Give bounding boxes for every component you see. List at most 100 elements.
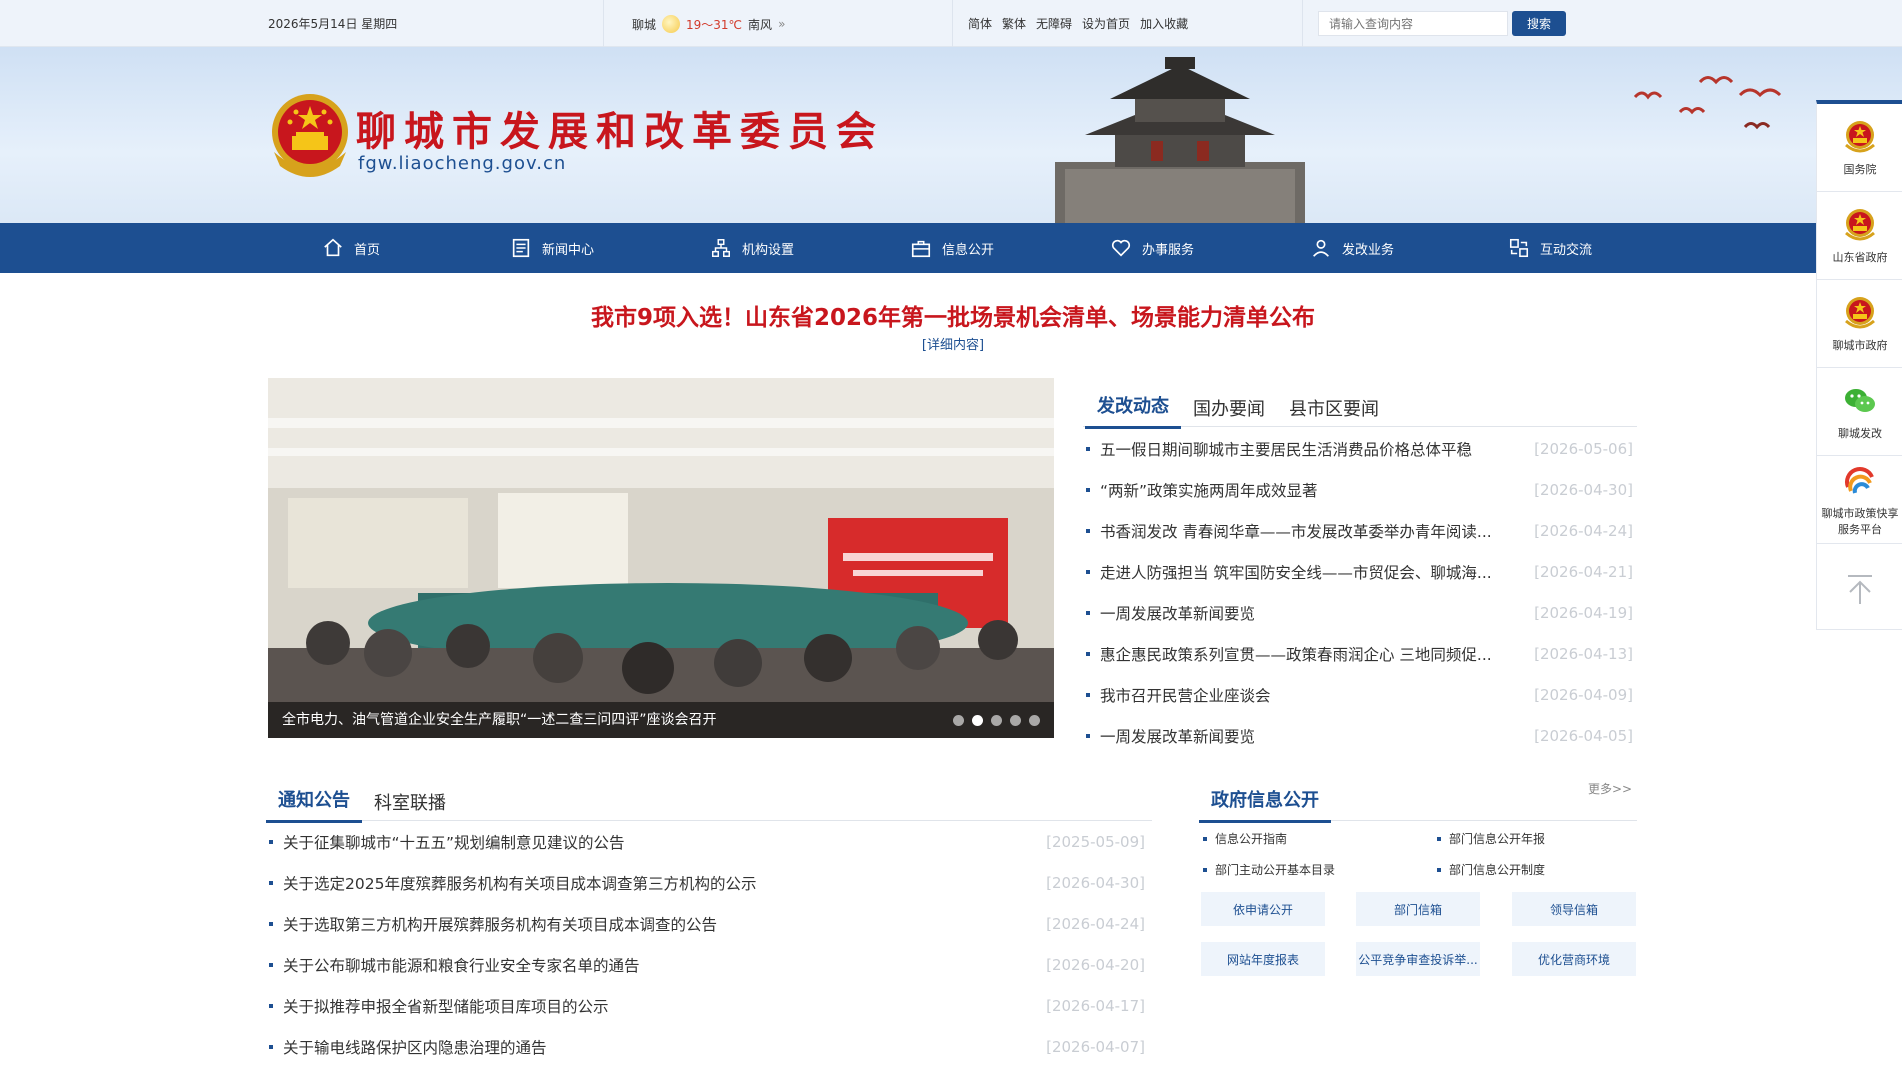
gov-link-label: 信息公开指南 bbox=[1215, 832, 1288, 846]
news-title[interactable]: 书香润发改 青春阅华章——市发展改革委举办青年阅读... bbox=[1100, 520, 1492, 542]
side-link-wechat[interactable]: 聊城发改 bbox=[1817, 368, 1902, 456]
list-item[interactable]: 走进人防强担当 筑牢国防安全线——市贸促会、聊城海... [2026-04-21] bbox=[1086, 551, 1633, 592]
tab-county-news[interactable]: 县市区要闻 bbox=[1277, 395, 1391, 429]
news-title[interactable]: 我市召开民营企业座谈会 bbox=[1100, 684, 1271, 706]
notice-date: [2026-04-24] bbox=[1046, 914, 1145, 933]
nav-item-info-disclosure[interactable]: 信息公开 bbox=[910, 223, 994, 273]
nav-item-services[interactable]: 办事服务 bbox=[1110, 223, 1194, 273]
tab-development-news[interactable]: 发改动态 bbox=[1085, 392, 1181, 429]
gov-info-more-link[interactable]: 更多>> bbox=[1588, 780, 1632, 797]
list-item[interactable]: 书香润发改 青春阅华章——市发展改革委举办青年阅读... [2026-04-24] bbox=[1086, 510, 1633, 551]
notice-title[interactable]: 关于选定2025年度殡葬服务机构有关项目成本调查第三方机构的公示 bbox=[283, 872, 756, 894]
bullet bbox=[1086, 487, 1090, 492]
nav-item-news[interactable]: 新闻中心 bbox=[510, 223, 594, 273]
bullet bbox=[1203, 836, 1207, 841]
notice-title[interactable]: 关于公布聊城市能源和粮食行业安全专家名单的通告 bbox=[283, 954, 640, 976]
news-title[interactable]: 五一假日期间聊城市主要居民生活消费品价格总体平稳 bbox=[1100, 438, 1472, 460]
gov-link-system[interactable]: 部门信息公开制度 bbox=[1437, 861, 1545, 878]
national-emblem-logo[interactable] bbox=[268, 92, 352, 180]
tab-department-news[interactable]: 科室联播 bbox=[362, 789, 458, 823]
list-item[interactable]: 五一假日期间聊城市主要居民生活消费品价格总体平稳 [2026-05-06] bbox=[1086, 428, 1633, 469]
side-link-liaocheng-gov[interactable]: 聊城市政府 bbox=[1817, 280, 1902, 368]
bullet bbox=[269, 880, 273, 885]
carousel-dot[interactable] bbox=[953, 715, 964, 726]
bullet bbox=[1086, 610, 1090, 615]
list-item[interactable]: 关于选定2025年度殡葬服务机构有关项目成本调查第三方机构的公示 [2026-04… bbox=[269, 862, 1145, 903]
link-set-homepage[interactable]: 设为首页 bbox=[1082, 15, 1130, 32]
list-item[interactable]: 关于选取第三方机构开展殡葬服务机构有关项目成本调查的公告 [2026-04-24] bbox=[269, 903, 1145, 944]
bullet bbox=[1437, 867, 1441, 872]
national-emblem-icon bbox=[1845, 296, 1875, 328]
link-traditional[interactable]: 繁体 bbox=[1002, 15, 1026, 32]
nav-item-label: 新闻中心 bbox=[542, 242, 595, 258]
notice-title[interactable]: 关于选取第三方机构开展殡葬服务机构有关项目成本调查的公告 bbox=[283, 913, 717, 935]
link-accessibility[interactable]: 无障碍 bbox=[1036, 15, 1072, 32]
link-add-favorite[interactable]: 加入收藏 bbox=[1140, 15, 1188, 32]
news-date: [2026-04-05] bbox=[1534, 726, 1633, 745]
list-item[interactable]: 一周发展改革新闻要览 [2026-04-19] bbox=[1086, 592, 1633, 633]
news-date: [2026-04-09] bbox=[1534, 685, 1633, 704]
national-emblem-icon bbox=[1845, 120, 1875, 152]
nav-item-home[interactable]: 首页 bbox=[322, 223, 380, 273]
search-button[interactable]: 搜索 bbox=[1512, 11, 1566, 36]
carousel-dot[interactable] bbox=[1029, 715, 1040, 726]
nav-item-business[interactable]: 发改业务 bbox=[1310, 223, 1394, 273]
annual-report-button[interactable]: 网站年度报表 bbox=[1201, 942, 1325, 976]
news-carousel[interactable]: 全市电力、油气管道企业安全生产履职“一述二查三问四评”座谈会召开 bbox=[268, 378, 1054, 738]
gov-link-annual-report[interactable]: 部门信息公开年报 bbox=[1437, 830, 1545, 847]
list-item[interactable]: “两新”政策实施两周年成效显著 [2026-04-30] bbox=[1086, 469, 1633, 510]
gov-info-title[interactable]: 政府信息公开 bbox=[1199, 786, 1331, 823]
list-item[interactable]: 惠企惠民政策系列宣贯——政策春雨润企心 三地同频促... [2026-04-13] bbox=[1086, 633, 1633, 674]
news-title[interactable]: 惠企惠民政策系列宣贯——政策春雨润企心 三地同频促... bbox=[1100, 643, 1492, 665]
carousel-caption[interactable]: 全市电力、油气管道企业安全生产履职“一述二查三问四评”座谈会召开 bbox=[282, 709, 717, 729]
notice-title[interactable]: 关于拟推荐申报全省新型储能项目库项目的公示 bbox=[283, 995, 609, 1017]
headline-title[interactable]: 我市9项入选！山东省2026年第一批场景机会清单、场景能力清单公布 bbox=[268, 298, 1638, 332]
development-news-list: 五一假日期间聊城市主要居民生活消费品价格总体平稳 [2026-05-06] “两新… bbox=[1086, 428, 1633, 756]
info-briefcase-icon bbox=[911, 240, 931, 258]
carousel-dot-active[interactable] bbox=[972, 715, 983, 726]
fair-competition-complaint-button[interactable]: 公平竞争审查投诉举... bbox=[1356, 942, 1480, 976]
department-mailbox-button[interactable]: 部门信箱 bbox=[1356, 892, 1480, 926]
tab-notices[interactable]: 通知公告 bbox=[266, 786, 362, 823]
business-environment-button[interactable]: 优化营商环境 bbox=[1512, 942, 1636, 976]
news-title[interactable]: 走进人防强担当 筑牢国防安全线——市贸促会、聊城海... bbox=[1100, 561, 1492, 583]
list-item[interactable]: 一周发展改革新闻要览 [2026-04-05] bbox=[1086, 715, 1633, 756]
news-title[interactable]: 一周发展改革新闻要览 bbox=[1100, 602, 1255, 624]
leader-mailbox-button[interactable]: 领导信箱 bbox=[1512, 892, 1636, 926]
weather-temperature: 19～31℃ bbox=[686, 17, 743, 32]
weather-widget[interactable]: 聊城 19～31℃ 南风 » bbox=[632, 15, 785, 33]
notice-date: [2026-04-30] bbox=[1046, 873, 1145, 892]
gov-link-guide[interactable]: 信息公开指南 bbox=[1203, 830, 1287, 847]
bullet bbox=[269, 1003, 273, 1008]
news-date: [2026-05-06] bbox=[1534, 439, 1633, 458]
carousel-dot[interactable] bbox=[1010, 715, 1021, 726]
list-item[interactable]: 我市召开民营企业座谈会 [2026-04-09] bbox=[1086, 674, 1633, 715]
nav-item-organization[interactable]: 机构设置 bbox=[710, 223, 794, 273]
notice-title[interactable]: 关于征集聊城市“十五五”规划编制意见建议的公告 bbox=[283, 831, 625, 853]
user-icon bbox=[1313, 239, 1329, 257]
list-item[interactable]: 关于输电线路保护区内隐患治理的通告 [2026-04-07] bbox=[269, 1026, 1145, 1067]
list-item[interactable]: 关于公布聊城市能源和粮食行业安全专家名单的通告 [2026-04-20] bbox=[269, 944, 1145, 985]
headline-more-link[interactable]: [详细内容] bbox=[268, 334, 1638, 353]
nav-item-label: 办事服务 bbox=[1142, 242, 1195, 258]
news-date: [2026-04-13] bbox=[1534, 644, 1633, 663]
news-title[interactable]: 一周发展改革新闻要览 bbox=[1100, 725, 1255, 747]
side-link-policy-platform[interactable]: 聊城市政策快享服务平台 bbox=[1817, 456, 1902, 544]
apply-disclosure-button[interactable]: 依申请公开 bbox=[1201, 892, 1325, 926]
search-input[interactable] bbox=[1318, 11, 1508, 36]
news-title[interactable]: “两新”政策实施两周年成效显著 bbox=[1100, 479, 1318, 501]
list-item[interactable]: 关于拟推荐申报全省新型储能项目库项目的公示 [2026-04-17] bbox=[269, 985, 1145, 1026]
conference-photo bbox=[268, 378, 1054, 738]
back-to-top-button[interactable] bbox=[1817, 544, 1902, 632]
nav-item-interaction[interactable]: 互动交流 bbox=[1508, 223, 1592, 273]
tab-state-council-news[interactable]: 国办要闻 bbox=[1181, 395, 1277, 429]
side-link-state-council[interactable]: 国务院 bbox=[1817, 104, 1902, 192]
link-simplified[interactable]: 简体 bbox=[968, 15, 992, 32]
wechat-icon bbox=[1845, 388, 1875, 412]
carousel-dot[interactable] bbox=[991, 715, 1002, 726]
gov-link-catalog[interactable]: 部门主动公开基本目录 bbox=[1203, 861, 1335, 878]
list-item[interactable]: 关于征集聊城市“十五五”规划编制意见建议的公告 [2025-05-09] bbox=[269, 821, 1145, 862]
side-link-shandong-gov[interactable]: 山东省政府 bbox=[1817, 192, 1902, 280]
notice-title[interactable]: 关于输电线路保护区内隐患治理的通告 bbox=[283, 1036, 547, 1058]
bullet bbox=[1086, 446, 1090, 451]
